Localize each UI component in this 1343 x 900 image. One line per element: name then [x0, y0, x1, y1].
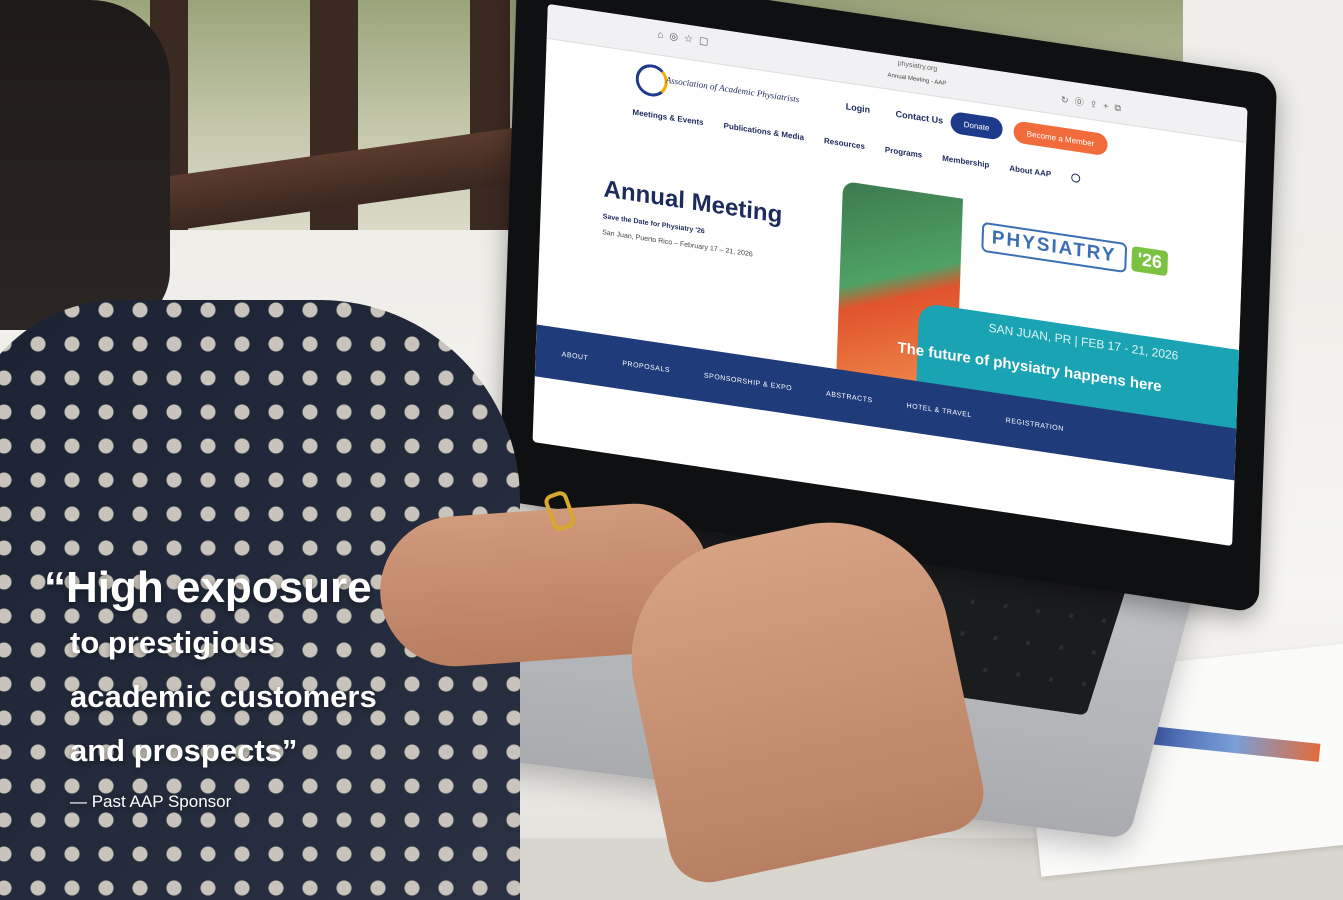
- railing-post: [310, 0, 358, 250]
- physiatry-wordmark: PHYSIATRY: [981, 221, 1127, 274]
- quote-attribution: — Past AAP Sponsor: [70, 792, 232, 811]
- nav-membership: Membership: [942, 153, 990, 170]
- nav-programs: Programs: [884, 145, 923, 160]
- subnav-sponsorship: SPONSORSHIP & EXPO: [703, 371, 793, 392]
- nav-about: About AAP: [1009, 163, 1052, 179]
- subnav-abstracts: ABSTRACTS: [825, 390, 873, 404]
- site-logo-text: Association of Academic Physiatrists: [665, 74, 800, 105]
- year-badge: '26: [1131, 246, 1169, 277]
- quote-line-2: to prestigious: [70, 625, 275, 660]
- hero-date: San Juan, Puerto Rico – February 17 – 21…: [602, 229, 753, 259]
- quote-line-1: “High exposure: [44, 563, 372, 612]
- person-hair: [0, 0, 170, 330]
- quote-line-3: academic customers: [70, 679, 377, 714]
- browser-nav-icons: ⌂◎☆▢: [657, 29, 715, 49]
- become-member-button: Become a Member: [1013, 120, 1108, 157]
- browser-tool-icons: ↻⓪⇪+⧉: [1060, 94, 1128, 115]
- subnav-hotel: HOTEL & TRAVEL: [906, 402, 972, 419]
- subnav-registration: REGISTRATION: [1005, 416, 1064, 433]
- contact-link: Contact Us: [895, 108, 944, 126]
- testimonial-quote: “High exposure to prestigious academic c…: [44, 560, 377, 812]
- subnav-about: ABOUT: [561, 350, 589, 362]
- nav-meetings: Meetings & Events: [632, 107, 704, 128]
- railing-post: [470, 0, 510, 250]
- subnav-proposals: PROPOSALS: [622, 359, 671, 374]
- quote-line-4: and prospects”: [70, 733, 298, 768]
- nav-resources: Resources: [823, 136, 866, 152]
- aap-logo-icon: [635, 62, 669, 99]
- login-link: Login: [845, 101, 871, 115]
- search-icon: [1071, 172, 1081, 184]
- donate-button: Donate: [950, 110, 1003, 141]
- nav-publications: Publications & Media: [723, 121, 805, 143]
